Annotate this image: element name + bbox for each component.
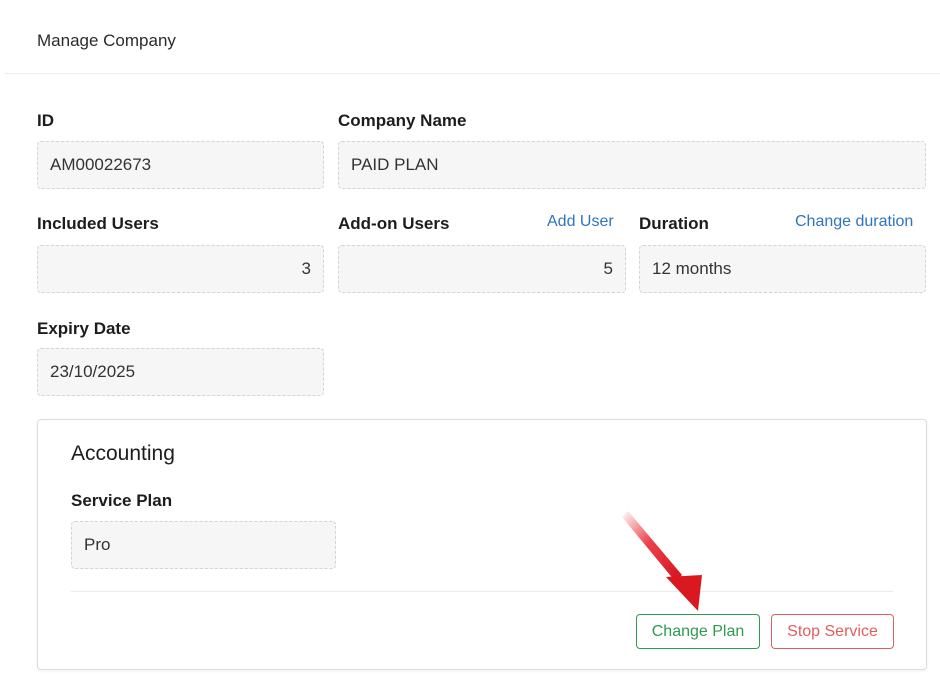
company-name-label: Company Name [338, 111, 467, 130]
page-header: Manage Company [4, 0, 940, 74]
duration-field: 12 months [639, 245, 926, 293]
expiry-date-label: Expiry Date [37, 319, 131, 338]
service-plan-field: Pro [71, 521, 336, 569]
duration-label: Duration [639, 214, 709, 233]
add-user-link[interactable]: Add User [547, 213, 614, 231]
service-plan-label: Service Plan [71, 491, 173, 510]
service-card: Accounting Service Plan Pro Change Plan … [37, 419, 927, 670]
company-name-field: PAID PLAN [338, 141, 926, 189]
addon-users-label: Add-on Users [338, 214, 450, 233]
expiry-date-field: 23/10/2025 [37, 348, 324, 396]
card-divider [71, 591, 893, 592]
included-users-field: 3 [37, 245, 324, 293]
change-plan-button[interactable]: Change Plan [636, 614, 760, 649]
included-users-label: Included Users [37, 214, 159, 233]
change-duration-link[interactable]: Change duration [795, 213, 913, 231]
stop-service-button[interactable]: Stop Service [771, 614, 894, 649]
service-title: Accounting [71, 442, 175, 465]
page-title: Manage Company [37, 31, 176, 50]
id-field: AM00022673 [37, 141, 324, 189]
addon-users-field: 5 [338, 245, 626, 293]
id-label: ID [37, 111, 54, 130]
